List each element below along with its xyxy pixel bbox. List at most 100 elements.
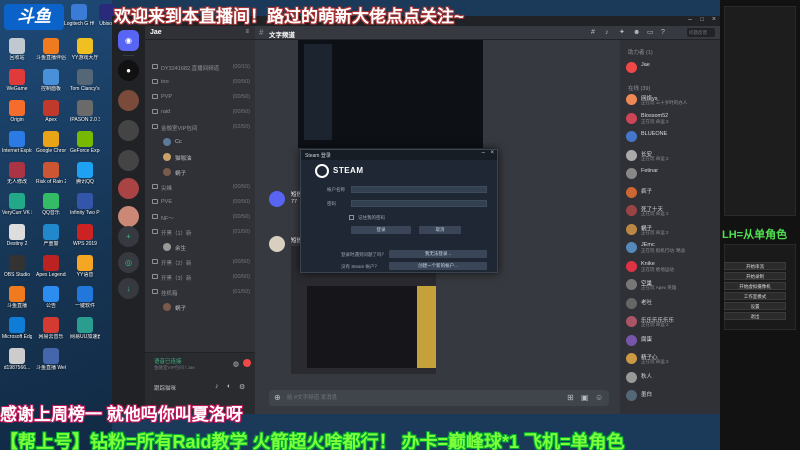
voice-user[interactable]: 余生 [163, 242, 243, 252]
gif-icon[interactable]: ▣ [581, 393, 589, 403]
member-item[interactable]: JEmc 正在玩 街机行动: 略总 [626, 240, 718, 255]
voice-channel[interactable]: too (00/50) [150, 77, 252, 87]
desktop-shortcut[interactable]: Origin [2, 100, 32, 123]
members-icon[interactable]: ☻ [633, 29, 640, 36]
voice-user[interactable]: 猫咖油 [163, 152, 243, 162]
desktop-shortcut[interactable]: 腾讯QQ [70, 162, 100, 185]
threads-icon[interactable]: # [591, 29, 598, 36]
member-item[interactable]: 蜗子 正在玩 命运 2 [626, 222, 718, 237]
login-button[interactable]: 登录 [351, 226, 411, 234]
member-item[interactable]: Blossom52 正在玩 命运 2 [626, 111, 718, 126]
desktop-shortcut[interactable]: YY语音 [70, 255, 100, 278]
voice-user[interactable]: 蜗子 [163, 167, 243, 177]
desktop-shortcut[interactable]: 一键软件 [70, 286, 100, 309]
desktop-shortcut[interactable]: Microsoft Edge [2, 317, 32, 340]
voice-channel[interactable]: NF～ (00/50) [150, 212, 252, 222]
obs-control-button[interactable]: 退出 [724, 312, 786, 320]
account-name-field[interactable] [351, 186, 487, 193]
server-icon-6[interactable] [118, 206, 139, 227]
obs-control-button[interactable]: 工作室模式 [724, 292, 786, 300]
explore-servers-button[interactable]: ◎ [118, 252, 139, 273]
maximize-icon[interactable]: □ [700, 17, 704, 23]
inbox-icon[interactable]: ▭ [647, 29, 654, 36]
voice-channel[interactable]: 尖峰 (00/50) [150, 182, 252, 192]
settings-gear-icon[interactable]: ⚙ [239, 383, 245, 391]
voice-channel[interactable]: PVE (00/50) [150, 197, 252, 207]
obs-control-button[interactable]: 开始虚拟摄像机 [724, 282, 786, 290]
desktop-shortcut[interactable]: Logitech G HUB [64, 4, 94, 27]
desktop-shortcut[interactable]: YY游戏大厅 [70, 38, 100, 61]
member-item[interactable]: 墨白 [626, 388, 718, 403]
member-item[interactable]: Knike 正在玩 绝地运动 [626, 259, 718, 274]
desktop-shortcut[interactable]: Tom Clancy's R... [70, 69, 100, 92]
home-button[interactable]: ◉ [118, 30, 139, 51]
emoji-icon[interactable]: ☺ [595, 393, 603, 403]
cancel-button[interactable]: 取消 [419, 226, 461, 234]
obs-control-button[interactable]: 开始串流 [724, 262, 786, 270]
bell-icon[interactable]: ♪ [605, 29, 612, 36]
desktop-shortcut[interactable]: 严重警 [36, 224, 66, 247]
desktop-shortcut[interactable]: WeGame [2, 69, 32, 92]
desktop-shortcut[interactable]: 斗鱼直播 [2, 286, 32, 309]
disconnect-icon[interactable] [243, 359, 251, 367]
server-icon-5[interactable] [118, 178, 139, 199]
download-apps-button[interactable]: ↓ [118, 278, 139, 299]
server-icon-4[interactable] [118, 150, 139, 171]
mute-icon[interactable]: ♪ [215, 383, 219, 390]
desktop-shortcut[interactable]: Infinity Two Pro [70, 193, 100, 216]
desktop-shortcut[interactable]: Apex Legends [36, 255, 66, 278]
gift-icon[interactable]: ⊞ [567, 393, 574, 403]
create-account-button[interactable]: 创建一个新的帐户... [389, 262, 487, 270]
member-item[interactable]: 长安 正在玩 命运 2 [626, 148, 718, 163]
add-server-button[interactable]: + [118, 226, 139, 247]
member-item[interactable]: 腐蛋 [626, 333, 718, 348]
desktop-shortcut[interactable]: 斗鱼直播伴侣 [36, 38, 66, 61]
member-item[interactable]: 乐乐乐乐乐乐 正在玩 命运 2 [626, 314, 718, 329]
minimize-icon[interactable]: – [688, 16, 692, 23]
voice-user[interactable]: Cc [163, 137, 243, 147]
server-icon-3[interactable] [118, 120, 139, 141]
message-avatar[interactable] [269, 236, 285, 252]
message-input[interactable] [287, 394, 487, 402]
upload-icon[interactable]: ⊕ [274, 393, 281, 403]
message-avatar[interactable] [269, 191, 285, 207]
server-icon-1[interactable]: ● [118, 60, 139, 81]
member-item[interactable]: 死了十天 正在玩 命运 2 [626, 203, 718, 218]
member-item[interactable]: Fetinar [626, 166, 718, 181]
desktop-shortcut[interactable]: Google Chrome [36, 131, 66, 154]
search-input[interactable]: 问题反馈 [687, 28, 715, 37]
member-item[interactable]: 老吐 [626, 296, 718, 311]
desktop-shortcut[interactable]: OBS Studio [2, 255, 32, 278]
member-item[interactable]: 疯子 [626, 185, 718, 200]
member-item[interactable]: 网络ys 正在玩 三十岁时的办人 [626, 92, 718, 107]
desktop-shortcut[interactable]: 控制面板 [36, 69, 66, 92]
pin-icon[interactable]: ✦ [619, 29, 626, 36]
desktop-shortcut[interactable]: QQ音乐 [36, 193, 66, 216]
desktop-shortcut[interactable]: 斗鱼直播 WeGame修 [36, 348, 66, 371]
voice-channel[interactable]: 金融室VIP包间 (02/50) [150, 122, 252, 132]
voice-channel[interactable]: 开黑（1）新 (01/50) [150, 227, 252, 237]
desktop-shortcut[interactable]: Apex [36, 100, 66, 123]
server-icon-2[interactable] [118, 90, 139, 111]
member-item[interactable]: Jae [626, 60, 718, 75]
minimize-icon[interactable]: – [482, 150, 485, 156]
voice-channel[interactable]: PVP (00/50) [150, 92, 252, 102]
noise-suppression-icon[interactable]: ◍ [233, 360, 239, 368]
deafen-icon[interactable]: ◐ [227, 383, 231, 390]
desktop-shortcut[interactable]: 网易云音乐 [36, 317, 66, 340]
remember-checkbox[interactable] [349, 215, 354, 220]
desktop-shortcut[interactable]: GeForce Experience [70, 131, 100, 154]
voice-user[interactable]: 蜗子 [163, 302, 243, 312]
shared-screenshot[interactable] [298, 40, 483, 148]
desktop-shortcut[interactable]: 回收站 [2, 38, 32, 61]
desktop-shortcut[interactable]: IPASON 2.0 317打印机 [70, 100, 100, 123]
desktop-shortcut[interactable]: Internet Explorer [2, 131, 32, 154]
voice-channel[interactable]: 开黑（2）新 (00/50) [150, 257, 252, 267]
voice-channel[interactable]: raid (00/50) [150, 107, 252, 117]
desktop-shortcut[interactable]: Destiny 2 [2, 224, 32, 247]
desktop-shortcut[interactable]: Risk of Rain 2 [36, 162, 66, 185]
password-field[interactable] [351, 200, 487, 207]
member-item[interactable]: 精子心 正在玩 命运 2 [626, 351, 718, 366]
obs-control-button[interactable]: 开始录制 [724, 272, 786, 280]
menu-icon[interactable]: ≡ [245, 29, 249, 35]
